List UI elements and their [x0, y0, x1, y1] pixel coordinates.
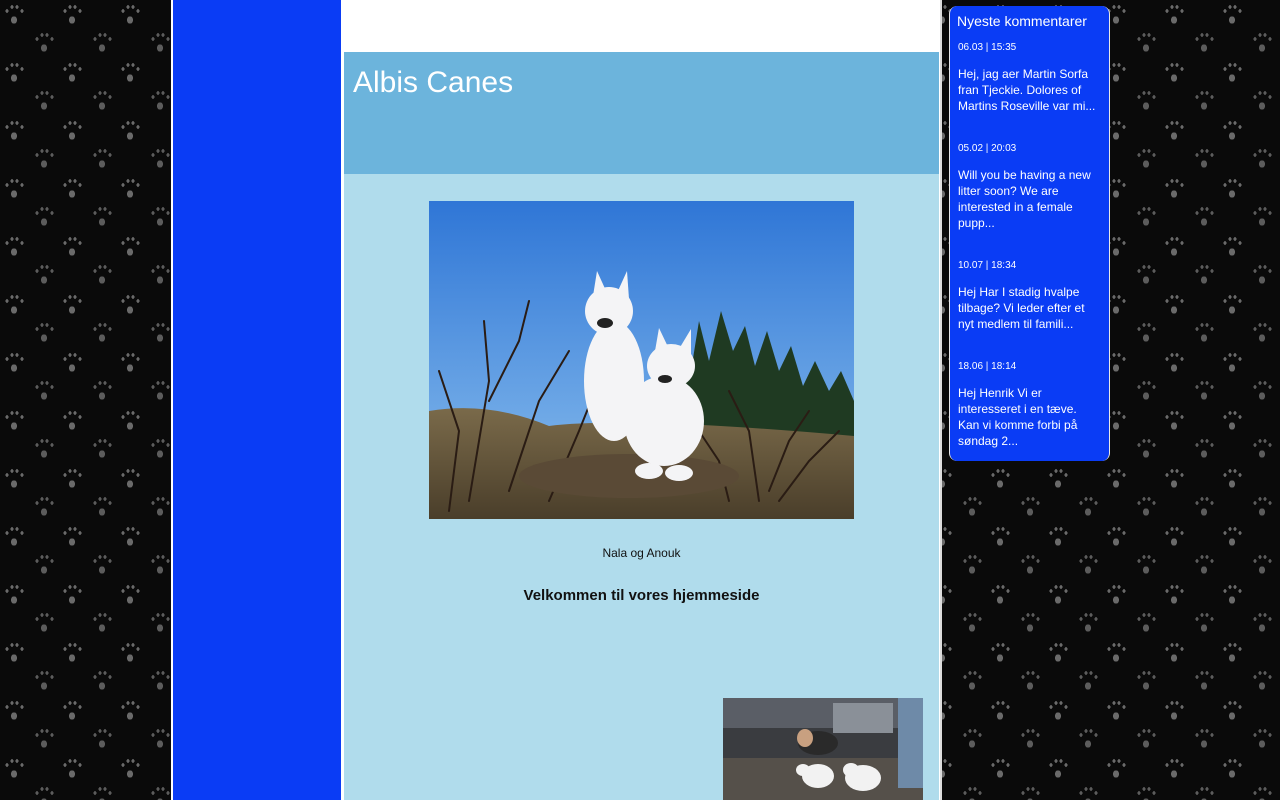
welcome-heading: Velkommen til vores hjemmeside: [523, 587, 760, 604]
top-banner-area: [344, 0, 939, 52]
photo-caption: Nala og Anouk: [602, 546, 681, 560]
comment-link[interactable]: Hej Henrik Vi er interesseret i en tæve.…: [958, 385, 1100, 449]
comment-item: 18.06 | 18:14 Hej Henrik Vi er interesse…: [958, 361, 1100, 449]
left-sidebar: [173, 0, 341, 800]
main-content: Nala og Anouk Velkommen til vores hjemme…: [344, 174, 939, 800]
latest-comments-panel: Nyeste kommentarer 06.03 | 15:35 Hej, ja…: [949, 6, 1110, 461]
comment-date: 06.03 | 15:35: [958, 42, 1017, 53]
main-photo: [429, 201, 854, 519]
comment-date: 18.06 | 18:14: [958, 361, 1017, 372]
comment-date: 05.02 | 20:03: [958, 143, 1017, 154]
comments-title: Nyeste kommentarer: [957, 13, 1087, 29]
right-border-strip: [940, 0, 942, 800]
comment-link[interactable]: Hej Har I stadig hvalpe tilbage? Vi lede…: [958, 284, 1100, 332]
comment-link[interactable]: Hej, jag aer Martin Sorfa fran Tjeckie. …: [958, 66, 1100, 114]
puppies-photo: [723, 698, 923, 800]
comment-item: 05.02 | 20:03 Will you be having a new l…: [958, 143, 1100, 231]
site-title[interactable]: Albis Canes: [353, 66, 513, 100]
site-header: Albis Canes: [344, 52, 939, 174]
comment-item: 10.07 | 18:34 Hej Har I stadig hvalpe ti…: [958, 260, 1100, 332]
comment-item: 06.03 | 15:35 Hej, jag aer Martin Sorfa …: [958, 42, 1100, 114]
comment-date: 10.07 | 18:34: [958, 260, 1017, 271]
comment-link[interactable]: Will you be having a new litter soon? We…: [958, 167, 1100, 231]
